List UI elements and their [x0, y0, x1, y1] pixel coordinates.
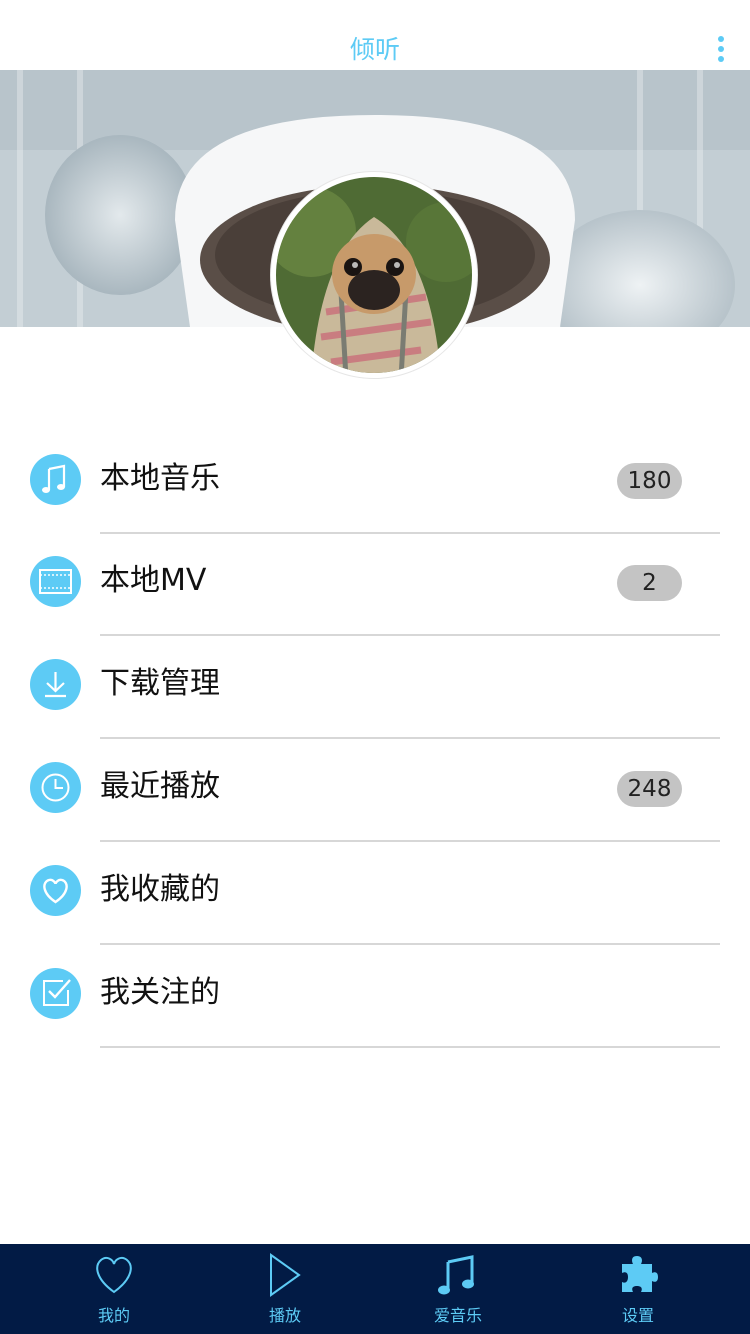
menu-item-label: 我收藏的 — [100, 872, 220, 907]
menu-item-local-music[interactable]: 本地音乐 180 — [0, 431, 750, 534]
menu-item-label: 本地音乐 — [100, 461, 220, 496]
top-bar: 倾听 — [0, 0, 750, 70]
menu-item-my-following[interactable]: 我关注的 — [0, 945, 750, 1048]
clock-icon — [30, 762, 81, 813]
film-icon — [30, 556, 81, 607]
menu-item-label: 下载管理 — [100, 666, 220, 701]
tab-mine[interactable]: 我的 — [54, 1244, 174, 1334]
divider — [100, 1046, 720, 1048]
tab-label: 播放 — [268, 1306, 301, 1325]
pug-in-blanket-photo — [276, 177, 472, 373]
menu-item-label: 最近播放 — [100, 769, 220, 804]
menu-item-download-manager[interactable]: 下载管理 — [0, 636, 750, 739]
tab-love-music[interactable]: 爱音乐 — [398, 1244, 518, 1334]
heart-icon — [30, 865, 81, 916]
music-note-icon — [30, 454, 81, 505]
menu-item-label: 本地MV — [100, 563, 207, 598]
tab-label: 爱音乐 — [433, 1306, 482, 1325]
menu-item-local-mv[interactable]: 本地MV 2 — [0, 533, 750, 636]
count-badge: 180 — [617, 463, 682, 499]
tab-settings[interactable]: 设置 — [578, 1244, 698, 1334]
more-vertical-icon[interactable] — [716, 36, 726, 64]
puzzle-icon — [622, 1256, 658, 1292]
heart-outline-icon — [96, 1256, 132, 1294]
tab-label: 我的 — [97, 1306, 130, 1325]
count-badge: 2 — [617, 565, 682, 601]
music-notes-icon — [438, 1255, 474, 1295]
tab-play[interactable]: 播放 — [225, 1244, 345, 1334]
play-outline-icon — [270, 1253, 301, 1297]
page-title: 倾听 — [349, 35, 400, 64]
checkbox-icon — [30, 968, 81, 1019]
download-icon — [30, 659, 81, 710]
tab-label: 设置 — [621, 1306, 654, 1325]
bottom-tab-bar: 我的 播放 爱音乐 设置 — [0, 1244, 750, 1334]
avatar[interactable] — [271, 172, 477, 378]
menu-item-label: 我关注的 — [100, 975, 220, 1010]
menu-item-recent-play[interactable]: 最近播放 248 — [0, 739, 750, 842]
count-badge: 248 — [617, 771, 682, 807]
menu-item-my-favorites[interactable]: 我收藏的 — [0, 842, 750, 945]
